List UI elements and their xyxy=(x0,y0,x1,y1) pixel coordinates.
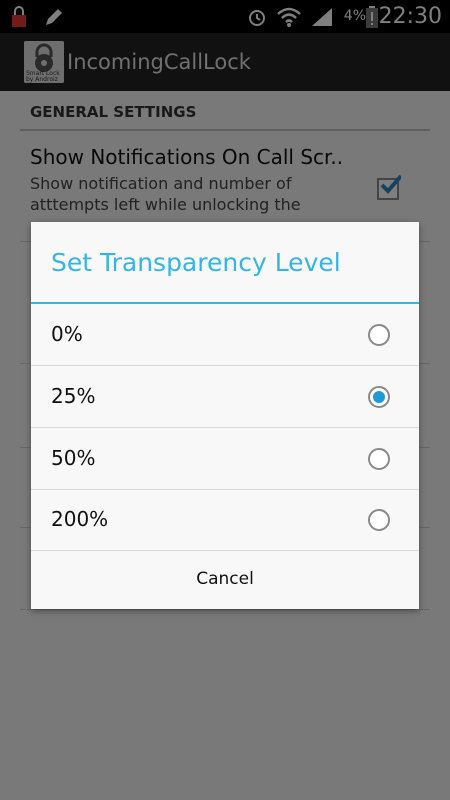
option-0-percent[interactable]: 0% xyxy=(31,304,419,366)
radio-button[interactable] xyxy=(368,509,390,531)
radio-button[interactable] xyxy=(368,448,390,470)
dialog-title: Set Transparency Level xyxy=(51,248,341,277)
option-50-percent[interactable]: 50% xyxy=(31,428,419,490)
radio-button[interactable] xyxy=(368,324,390,346)
option-label: 200% xyxy=(51,507,109,531)
option-200-percent[interactable]: 200% xyxy=(31,489,419,551)
transparency-dialog: Set Transparency Level 0% 25% 50% 200% C… xyxy=(31,222,419,609)
option-label: 50% xyxy=(51,446,96,470)
radio-button-selected[interactable] xyxy=(368,386,390,408)
option-25-percent[interactable]: 25% xyxy=(31,366,419,428)
option-label: 0% xyxy=(51,322,83,346)
cancel-button[interactable]: Cancel xyxy=(31,549,419,609)
option-label: 25% xyxy=(51,384,96,408)
